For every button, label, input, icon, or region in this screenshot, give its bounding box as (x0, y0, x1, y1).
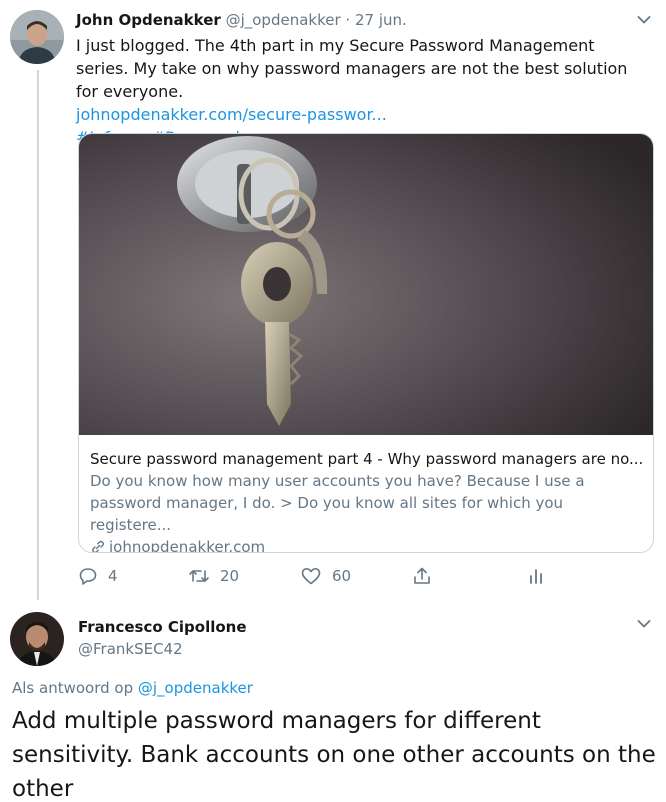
card-domain-text: johnopdenakker.com (109, 538, 266, 553)
author-handle[interactable]: @j_opdenakker (226, 11, 341, 29)
header-separator: · (345, 11, 351, 29)
retweet-icon (188, 566, 210, 586)
card-title[interactable]: Secure password management part 4 - Why … (90, 448, 642, 470)
avatar-francesco[interactable] (10, 612, 64, 666)
reply-to-handle[interactable]: @j_opdenakker (138, 679, 253, 697)
avatar-john[interactable] (10, 10, 64, 64)
chevron-down-icon[interactable] (637, 15, 651, 25)
retweet-button[interactable]: 20 (188, 566, 239, 586)
card-description: Do you know how many user accounts you h… (90, 472, 585, 534)
share-icon (412, 566, 432, 586)
like-button[interactable]: 60 (300, 566, 351, 586)
like-count: 60 (332, 567, 352, 585)
link-preview-card[interactable]: Secure password management part 4 - Why … (78, 133, 654, 553)
tweet-header: John Opdenakker @j_opdenakker · 27 jun. (76, 10, 407, 30)
author-handle[interactable]: @FrankSEC42 (78, 638, 247, 660)
heart-icon (300, 566, 322, 586)
card-domain[interactable]: johnopdenakker.com (90, 536, 642, 553)
reply-button[interactable]: 4 (78, 566, 118, 586)
tweet-link[interactable]: johnopdenakker.com/secure-passwor... (76, 103, 646, 126)
card-text: Secure password management part 4 - Why … (90, 448, 642, 553)
author-block: Francesco Cipollone @FrankSEC42 (78, 616, 247, 660)
tweet-text: I just blogged. The 4th part in my Secur… (76, 34, 646, 149)
reply-count: 4 (108, 567, 118, 585)
author-name[interactable]: Francesco Cipollone (78, 616, 247, 638)
retweet-count: 20 (220, 567, 240, 585)
analytics-button[interactable] (526, 566, 546, 586)
analytics-icon (526, 566, 546, 586)
tweet-text-content: I just blogged. The 4th part in my Secur… (76, 36, 628, 101)
reply-context: Als antwoord op @j_opdenakker (12, 679, 253, 697)
card-image-keys[interactable] (79, 134, 653, 435)
share-button[interactable] (412, 566, 432, 586)
reply-prefix: Als antwoord op (12, 679, 134, 697)
link-icon (90, 539, 106, 552)
tweet-actions: 4 20 60 (78, 566, 578, 590)
author-name[interactable]: John Opdenakker (76, 11, 221, 29)
tweet-date[interactable]: 27 jun. (355, 11, 407, 29)
thread-connector-line (37, 70, 39, 600)
reply-icon (78, 566, 98, 586)
tweet-text: Add multiple password managers for diffe… (12, 708, 656, 802)
chevron-down-icon[interactable] (637, 619, 651, 629)
